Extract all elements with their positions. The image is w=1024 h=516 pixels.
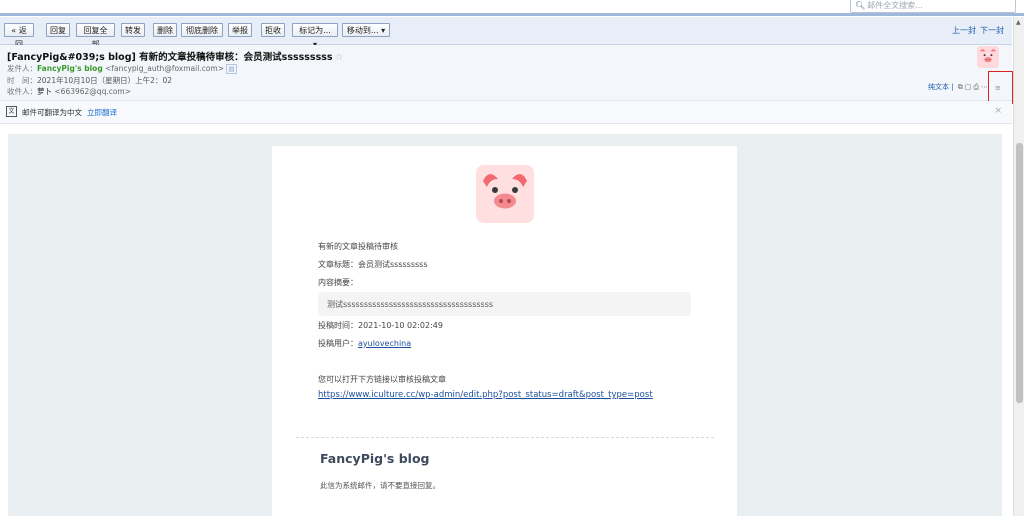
submit-user-label: 投稿用户：	[318, 339, 358, 348]
mark-as-label: 标记为...	[299, 26, 331, 35]
from-label: 发件人：	[7, 64, 37, 73]
search-input[interactable]: 🔍︎ 邮件全文搜索...	[850, 0, 1016, 13]
to-label: 收件人：	[7, 87, 37, 96]
time-value: 2021年10月10日（星期日）上午2：02	[37, 76, 172, 85]
summary-box: 测试ssssssssssssssssssssssssssssssssssss	[318, 292, 691, 316]
translate-icon: 文	[6, 106, 17, 117]
title-label: 文章标题：	[318, 260, 358, 269]
mail-subject: [FancyPig&#039;s blog] 有新的文章投稿待审核：会员测试ss…	[7, 49, 343, 63]
translate-text: 邮件可翻译为中文 立即翻译	[22, 107, 117, 118]
reply-all-button[interactable]: 回复全部	[76, 23, 115, 49]
back-button[interactable]: « 返回	[4, 23, 34, 49]
more-icon[interactable]: ⋯	[981, 83, 988, 91]
prev-mail-link[interactable]: 上一封	[952, 26, 976, 35]
reject-button[interactable]: 拒收	[261, 23, 285, 37]
forward-button[interactable]: 转发	[121, 23, 145, 37]
divider	[296, 437, 714, 438]
contact-card-icon[interactable]: ▤	[226, 64, 237, 74]
scroll-up-icon[interactable]: ▲	[1016, 19, 1021, 26]
title-value: 会员测试sssssssss	[358, 260, 428, 269]
translate-hint: 邮件可翻译为中文	[22, 108, 82, 117]
mark-as-dropdown[interactable]: 标记为... ▾	[292, 23, 338, 49]
sender-name[interactable]: FancyPig's blog	[37, 64, 103, 73]
time-label: 时 间：	[7, 76, 37, 85]
reply-button[interactable]: 回复	[46, 23, 70, 37]
site-name: FancyPig's blog	[320, 451, 430, 466]
submit-user-line: 投稿用户：ayulovechina	[318, 338, 411, 349]
plain-text-link[interactable]: 纯文本	[928, 83, 949, 91]
time-line: 时 间：2021年10月10日（星期日）上午2：02	[7, 75, 172, 86]
expand-icon[interactable]: ≡	[995, 84, 1001, 92]
mail-content-card: 有新的文章投稿待审核 文章标题：会员测试sssssssss 内容摘要： 测试ss…	[272, 146, 737, 516]
mail-toolbar: « 返回 回复 回复全部 转发 删除 彻底删除 举报 拒收 标记为... ▾ 移…	[0, 17, 1012, 49]
report-button[interactable]: 举报	[228, 23, 252, 37]
move-to-dropdown[interactable]: 移动到... ▾	[342, 23, 390, 37]
search-placeholder: 邮件全文搜索...	[867, 1, 923, 10]
chevron-down-icon: ▾	[381, 26, 386, 35]
next-mail-link[interactable]: 下一封	[980, 26, 1004, 35]
recipient-name[interactable]: 萝卜	[37, 87, 52, 96]
header-tools: 纯文本 | ⧉ ▢ ⎙ ⋯	[927, 83, 988, 91]
to-line: 收件人：萝卜 <663962@qq.com>	[7, 86, 131, 97]
review-link[interactable]: https://www.iculture.cc/wp-admin/edit.ph…	[318, 390, 653, 400]
open-hint-text: 您可以打开下方链接以审核投稿文章	[318, 375, 446, 384]
new-window-icon[interactable]: ⧉	[958, 83, 963, 91]
search-icon: 🔍︎	[855, 1, 866, 10]
close-icon[interactable]: ×	[994, 106, 1002, 116]
translate-bar: 文 邮件可翻译为中文 立即翻译 ×	[0, 101, 1012, 124]
sender-address: <fancypig_auth@foxmail.com>	[105, 64, 225, 73]
pig-logo-icon	[476, 165, 534, 223]
submit-time-line: 投稿时间：2021-10-10 02:02:49	[318, 320, 443, 331]
summary-value: 测试ssssssssssssssssssssssssssssssssssss	[327, 300, 494, 309]
scroll-thumb[interactable]	[1016, 143, 1023, 403]
top-strip: 🔍︎ 邮件全文搜索...	[0, 0, 1024, 16]
mail-navigation: 上一封 下一封	[948, 25, 1004, 36]
scrollbar[interactable]: ▲	[1013, 17, 1024, 516]
intro-text: 有新的文章投稿待审核	[318, 242, 398, 251]
system-note: 此信为系统邮件，请不要直接回复。	[320, 481, 440, 490]
delete-permanently-button[interactable]: 彻底删除	[181, 23, 223, 37]
print-icon[interactable]: ⎙	[973, 83, 979, 91]
move-to-label: 移动到...	[346, 26, 379, 35]
submit-user-link[interactable]: ayulovechina	[358, 339, 411, 348]
highlight-box: ≡	[988, 71, 1013, 104]
sender-avatar	[977, 46, 999, 68]
delete-button[interactable]: 删除	[153, 23, 177, 37]
from-line: 发件人：FancyPig's blog <fancypig_auth@foxma…	[7, 63, 237, 74]
submit-time-label: 投稿时间：	[318, 321, 358, 330]
pig-logo-icon	[977, 46, 999, 68]
title-line: 文章标题：会员测试sssssssss	[318, 259, 428, 270]
subject-text: [FancyPig&#039;s blog] 有新的文章投稿待审核：会员测试ss…	[7, 52, 333, 63]
star-icon[interactable]: ☆	[335, 52, 344, 63]
recipient-address: <663962@qq.com>	[54, 87, 132, 96]
summary-label: 内容摘要：	[318, 278, 358, 287]
pig-logo	[476, 165, 534, 223]
submit-time-value: 2021-10-10 02:02:49	[358, 321, 443, 330]
mail-header: [FancyPig&#039;s blog] 有新的文章投稿待审核：会员测试ss…	[0, 45, 1012, 101]
copy-icon[interactable]: ▢	[965, 83, 972, 91]
translate-now-link[interactable]: 立即翻译	[87, 108, 117, 117]
